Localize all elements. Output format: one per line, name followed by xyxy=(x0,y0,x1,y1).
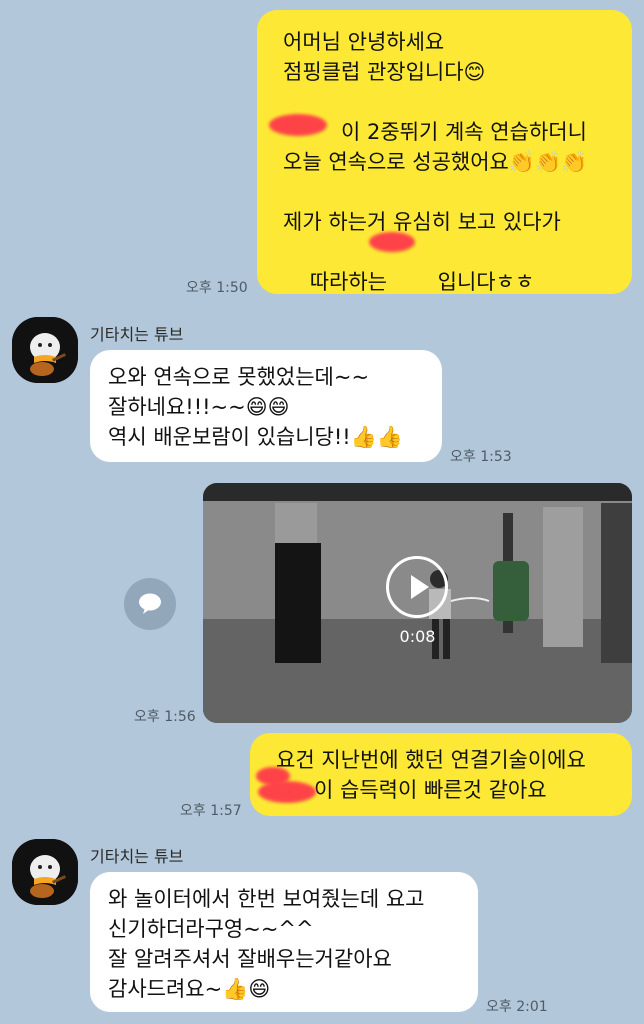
play-icon xyxy=(411,575,429,599)
share-button[interactable] xyxy=(124,578,176,630)
message-text: 오늘 연속으로 성공했어요👏👏👏 xyxy=(283,150,588,174)
message-text: 요건 지난번에 했던 연결기술이에요 xyxy=(276,748,586,772)
tube-avatar-icon xyxy=(12,839,78,905)
message-text: 이 2중뛰기 계속 연습하더니 xyxy=(341,120,587,144)
message-text: 따라하는 입니다ㅎㅎ xyxy=(283,237,632,327)
message-text: 점핑클럽 관장입니다😊 xyxy=(283,60,486,84)
redaction-mark xyxy=(269,114,327,136)
message-text: 감사드려요~👍😄 xyxy=(108,977,271,1001)
play-button[interactable] xyxy=(386,556,448,618)
redaction-mark xyxy=(258,781,316,803)
message-text-part: 입니다ㅎㅎ xyxy=(437,270,535,294)
message-text: 오와 연속으로 못했었는데~~ xyxy=(108,365,370,389)
message-timestamp: 오후 1:56 xyxy=(134,709,196,725)
outgoing-message-bubble[interactable]: 요건 지난번에 했던 연결기술이에요 이 습득력이 빠른것 같아요 xyxy=(250,733,632,816)
message-timestamp: 오후 2:01 xyxy=(486,999,548,1015)
video-duration: 0:08 xyxy=(399,627,436,646)
message-text: 잘 알려주셔서 잘배우는거같아요 xyxy=(108,947,392,971)
message-text: 어머님 안녕하세요 xyxy=(283,30,445,54)
incoming-message-bubble[interactable]: 와 놀이터에서 한번 보여줬는데 요고 신기하더라구영~~^^ 잘 알려주셔서 … xyxy=(90,872,478,1012)
message-text: 제가 하는거 유심히 보고 있다가 xyxy=(283,210,561,234)
sender-avatar[interactable] xyxy=(12,317,78,383)
message-timestamp: 오후 1:53 xyxy=(450,449,512,465)
message-timestamp: 오후 1:50 xyxy=(186,280,248,296)
message-text: 역시 배운보람이 있습니당!!👍👍 xyxy=(108,425,404,449)
share-bubble-icon xyxy=(139,593,161,614)
message-timestamp: 오후 1:57 xyxy=(180,803,242,819)
redaction-mark xyxy=(369,232,415,252)
sender-avatar[interactable] xyxy=(12,839,78,905)
sender-name: 기타치는 튜브 xyxy=(90,325,184,344)
message-text: 잘하네요!!!~~😄😄 xyxy=(108,395,290,419)
message-text-part: 따라하는 xyxy=(309,270,394,294)
tube-avatar-icon xyxy=(12,317,78,383)
message-text: 신기하더라구영~~^^ xyxy=(108,917,314,941)
video-message[interactable]: 0:08 xyxy=(203,483,632,723)
message-text: 이 습득력이 빠른것 같아요 xyxy=(314,778,547,802)
outgoing-message-bubble[interactable]: 어머님 안녕하세요 점핑클럽 관장입니다😊 이 2중뛰기 계속 연습하더니 오늘… xyxy=(257,10,632,294)
message-text: 와 놀이터에서 한번 보여줬는데 요고 xyxy=(108,887,425,911)
sender-name: 기타치는 튜브 xyxy=(90,847,184,866)
incoming-message-bubble[interactable]: 오와 연속으로 못했었는데~~ 잘하네요!!!~~😄😄 역시 배운보람이 있습니… xyxy=(90,350,442,462)
